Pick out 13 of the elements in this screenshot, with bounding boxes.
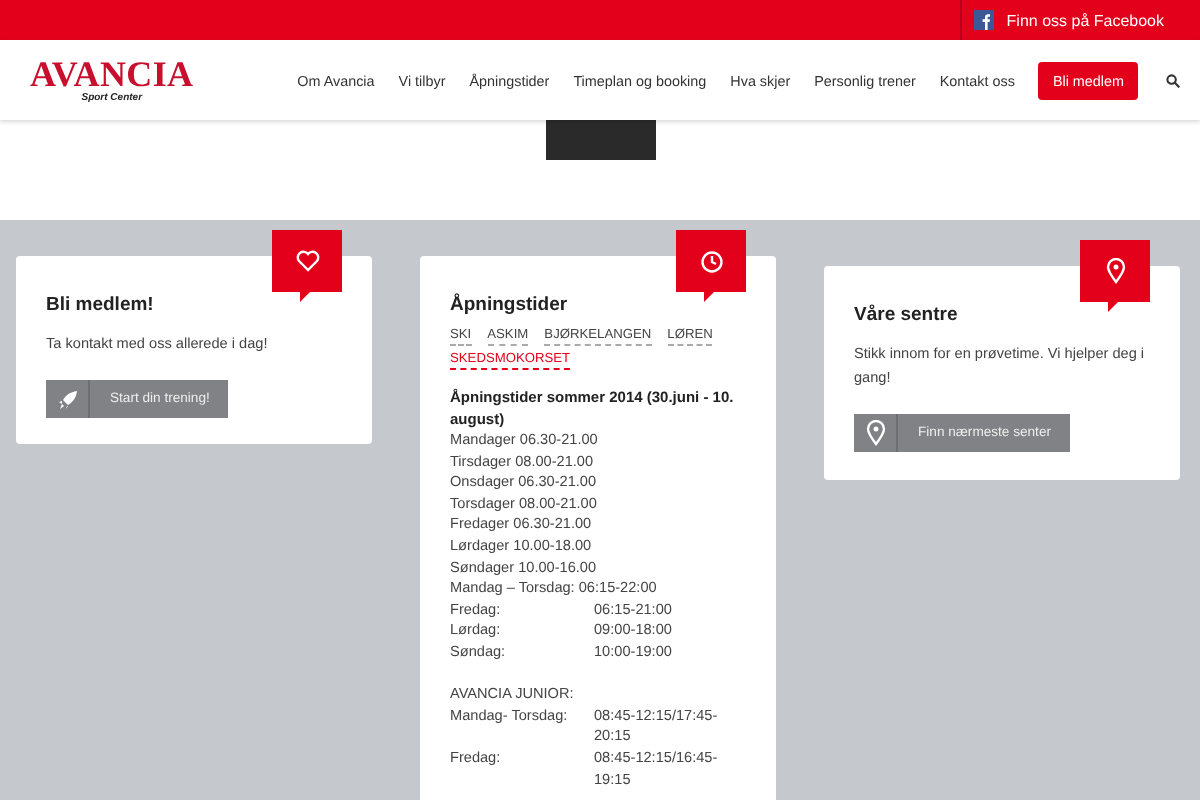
search-icon[interactable]: [1166, 73, 1180, 87]
card-title: Bli medlem!: [46, 294, 156, 316]
clock-icon: [699, 249, 723, 273]
facebook-link[interactable]: Finn oss på Facebook: [960, 0, 1200, 40]
rocket-icon: [57, 389, 77, 409]
map-pin-icon: [1105, 258, 1125, 284]
card-title: Åpningstider: [450, 294, 570, 316]
heart-icon: [295, 250, 319, 272]
map-pin-icon: [865, 420, 885, 446]
logo-text[interactable]: AVANCIA: [30, 56, 194, 92]
facebook-icon: [974, 10, 995, 30]
card-title: Våre sentre: [854, 304, 960, 326]
image-placeholder: [545, 120, 655, 160]
